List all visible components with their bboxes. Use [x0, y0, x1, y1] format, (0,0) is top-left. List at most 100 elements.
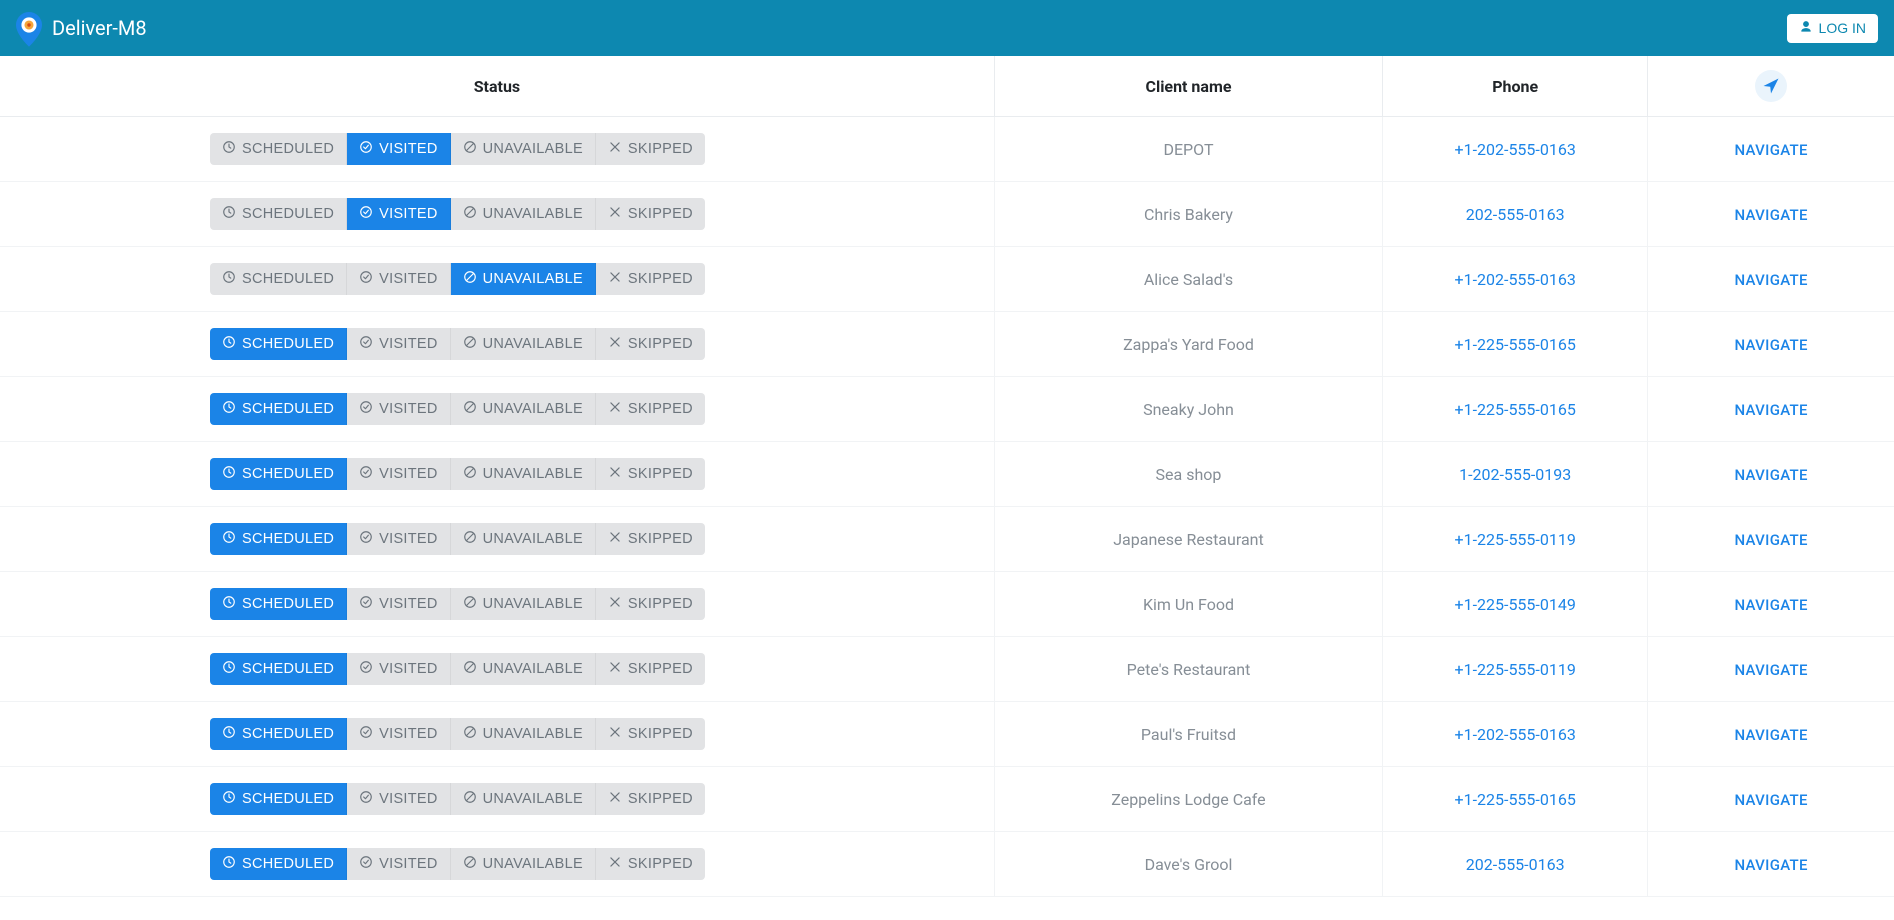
column-header-navigate [1648, 56, 1894, 117]
phone-link[interactable]: 202-555-0163 [1466, 855, 1565, 874]
status-visited-button[interactable]: VISITED [347, 458, 451, 490]
status-scheduled-button[interactable]: SCHEDULED [210, 588, 347, 620]
phone-link[interactable]: 1-202-555-0193 [1459, 465, 1571, 484]
status-scheduled-button[interactable]: SCHEDULED [210, 783, 347, 815]
navigate-link[interactable]: NAVIGATE [1734, 856, 1807, 874]
status-scheduled-button[interactable]: SCHEDULED [210, 848, 347, 880]
navigate-cell: NAVIGATE [1648, 377, 1894, 442]
navigate-cell: NAVIGATE [1648, 117, 1894, 182]
clock-icon [222, 205, 236, 223]
table-row: SCHEDULEDVISITEDUNAVAILABLESKIPPEDDEPOT+… [0, 117, 1894, 182]
navigate-link[interactable]: NAVIGATE [1734, 726, 1807, 744]
skip-icon [608, 790, 622, 808]
status-scheduled-button[interactable]: SCHEDULED [210, 263, 347, 295]
status-unavailable-button[interactable]: UNAVAILABLE [451, 523, 596, 555]
status-label: SCHEDULED [242, 466, 334, 482]
phone-link[interactable]: +1-202-555-0163 [1455, 140, 1576, 159]
status-unavailable-button[interactable]: UNAVAILABLE [451, 393, 596, 425]
phone-cell: 202-555-0163 [1383, 832, 1648, 897]
status-toggle-group: SCHEDULEDVISITEDUNAVAILABLESKIPPED [210, 393, 705, 425]
status-unavailable-button[interactable]: UNAVAILABLE [451, 328, 596, 360]
check-circle-icon [359, 205, 373, 223]
status-unavailable-button[interactable]: UNAVAILABLE [451, 653, 596, 685]
status-visited-button[interactable]: VISITED [347, 523, 451, 555]
status-skipped-button[interactable]: SKIPPED [596, 783, 705, 815]
status-unavailable-button[interactable]: UNAVAILABLE [451, 263, 596, 295]
column-header-status: Status [0, 56, 994, 117]
status-skipped-button[interactable]: SKIPPED [596, 133, 705, 165]
top-bar: Deliver-M8 LOG IN [0, 0, 1894, 56]
phone-cell: 1-202-555-0193 [1383, 442, 1648, 507]
navigate-link[interactable]: NAVIGATE [1734, 596, 1807, 614]
navigate-link[interactable]: NAVIGATE [1734, 336, 1807, 354]
status-unavailable-button[interactable]: UNAVAILABLE [451, 783, 596, 815]
navigate-link[interactable]: NAVIGATE [1734, 661, 1807, 679]
clock-icon [222, 530, 236, 548]
phone-link[interactable]: +1-225-555-0119 [1455, 660, 1576, 679]
status-visited-button[interactable]: VISITED [347, 848, 451, 880]
phone-link[interactable]: +1-202-555-0163 [1455, 725, 1576, 744]
status-unavailable-button[interactable]: UNAVAILABLE [451, 848, 596, 880]
status-skipped-button[interactable]: SKIPPED [596, 848, 705, 880]
navigate-link[interactable]: NAVIGATE [1734, 531, 1807, 549]
status-skipped-button[interactable]: SKIPPED [596, 458, 705, 490]
ban-icon [463, 205, 477, 223]
phone-link[interactable]: +1-225-555-0165 [1455, 790, 1576, 809]
phone-cell: +1-225-555-0165 [1383, 377, 1648, 442]
status-visited-button[interactable]: VISITED [347, 263, 451, 295]
client-name: Paul's Fruitsd [994, 702, 1382, 767]
phone-link[interactable]: +1-225-555-0165 [1455, 400, 1576, 419]
navigate-icon [1755, 70, 1787, 102]
navigate-link[interactable]: NAVIGATE [1734, 206, 1807, 224]
navigate-cell: NAVIGATE [1648, 247, 1894, 312]
status-unavailable-button[interactable]: UNAVAILABLE [451, 718, 596, 750]
status-unavailable-button[interactable]: UNAVAILABLE [451, 198, 596, 230]
status-skipped-button[interactable]: SKIPPED [596, 263, 705, 295]
status-unavailable-button[interactable]: UNAVAILABLE [451, 588, 596, 620]
status-scheduled-button[interactable]: SCHEDULED [210, 198, 347, 230]
status-skipped-button[interactable]: SKIPPED [596, 653, 705, 685]
status-unavailable-button[interactable]: UNAVAILABLE [451, 133, 596, 165]
status-skipped-button[interactable]: SKIPPED [596, 523, 705, 555]
check-circle-icon [359, 595, 373, 613]
status-scheduled-button[interactable]: SCHEDULED [210, 133, 347, 165]
status-skipped-button[interactable]: SKIPPED [596, 198, 705, 230]
user-icon [1799, 20, 1813, 37]
phone-link[interactable]: +1-225-555-0149 [1455, 595, 1576, 614]
check-circle-icon [359, 400, 373, 418]
phone-link[interactable]: +1-225-555-0119 [1455, 530, 1576, 549]
navigate-link[interactable]: NAVIGATE [1734, 271, 1807, 289]
navigate-link[interactable]: NAVIGATE [1734, 141, 1807, 159]
status-scheduled-button[interactable]: SCHEDULED [210, 718, 347, 750]
phone-link[interactable]: +1-202-555-0163 [1455, 270, 1576, 289]
status-scheduled-button[interactable]: SCHEDULED [210, 458, 347, 490]
navigate-link[interactable]: NAVIGATE [1734, 466, 1807, 484]
navigate-link[interactable]: NAVIGATE [1734, 791, 1807, 809]
status-scheduled-button[interactable]: SCHEDULED [210, 328, 347, 360]
status-scheduled-button[interactable]: SCHEDULED [210, 653, 347, 685]
status-skipped-button[interactable]: SKIPPED [596, 718, 705, 750]
phone-link[interactable]: 202-555-0163 [1466, 205, 1565, 224]
status-skipped-button[interactable]: SKIPPED [596, 393, 705, 425]
status-visited-button[interactable]: VISITED [347, 718, 451, 750]
navigate-cell: NAVIGATE [1648, 507, 1894, 572]
status-label: UNAVAILABLE [483, 336, 583, 352]
status-visited-button[interactable]: VISITED [347, 133, 451, 165]
brand[interactable]: Deliver-M8 [16, 12, 147, 44]
status-visited-button[interactable]: VISITED [347, 783, 451, 815]
navigate-link[interactable]: NAVIGATE [1734, 401, 1807, 419]
clock-icon [222, 660, 236, 678]
ban-icon [463, 530, 477, 548]
status-visited-button[interactable]: VISITED [347, 198, 451, 230]
login-button[interactable]: LOG IN [1787, 14, 1878, 43]
status-visited-button[interactable]: VISITED [347, 393, 451, 425]
status-visited-button[interactable]: VISITED [347, 653, 451, 685]
status-skipped-button[interactable]: SKIPPED [596, 588, 705, 620]
status-scheduled-button[interactable]: SCHEDULED [210, 523, 347, 555]
status-skipped-button[interactable]: SKIPPED [596, 328, 705, 360]
phone-link[interactable]: +1-225-555-0165 [1455, 335, 1576, 354]
status-scheduled-button[interactable]: SCHEDULED [210, 393, 347, 425]
status-visited-button[interactable]: VISITED [347, 328, 451, 360]
status-visited-button[interactable]: VISITED [347, 588, 451, 620]
status-unavailable-button[interactable]: UNAVAILABLE [451, 458, 596, 490]
